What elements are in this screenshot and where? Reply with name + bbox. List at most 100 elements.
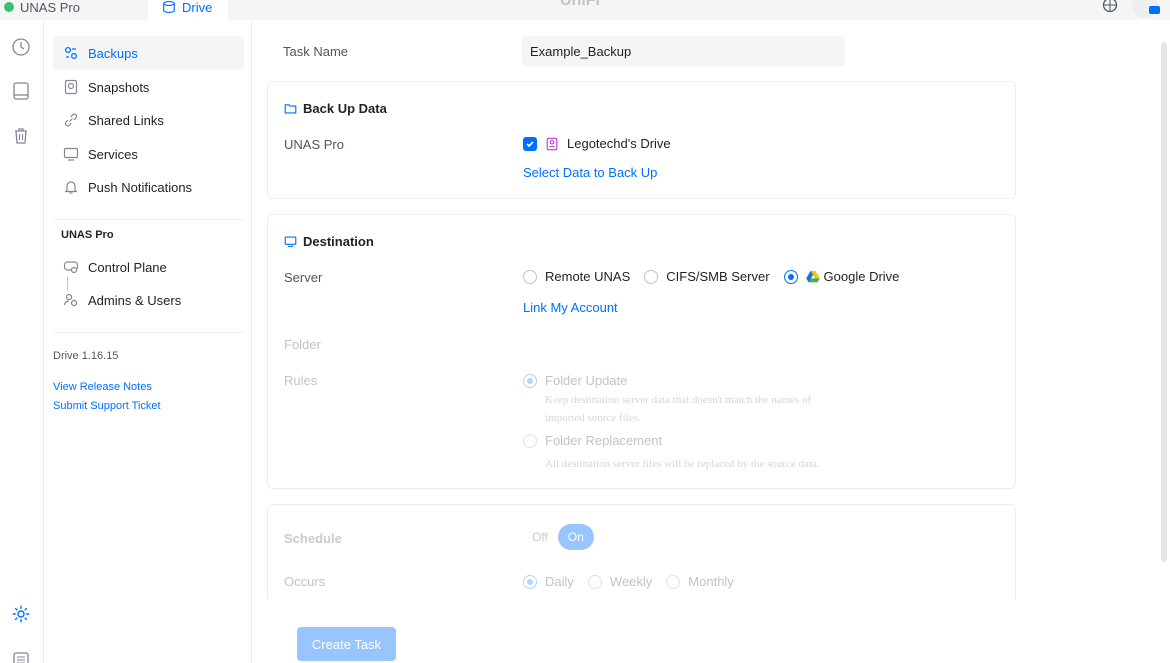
drive-checkbox[interactable] — [523, 136, 537, 151]
radio-weekly[interactable] — [587, 574, 602, 589]
list-icon[interactable] — [11, 650, 31, 663]
scrollbar-thumb[interactable] — [1161, 42, 1167, 562]
destination-title: Destination — [284, 234, 374, 249]
sidebar-item-label: Services — [88, 146, 138, 162]
support-ticket-link[interactable]: Submit Support Ticket — [53, 400, 161, 412]
schedule-card: Schedule Occurs Daily Weekly Monthly — [267, 504, 1016, 599]
gear-icon[interactable] — [11, 604, 31, 624]
avatar[interactable] — [1132, 0, 1160, 18]
rule-label: Folder Replacement — [545, 433, 663, 448]
server-option-label: CIFS/SMB Server — [666, 269, 770, 284]
sidebar-item-label: Backups — [88, 45, 138, 61]
schedule-label: Schedule — [284, 531, 342, 546]
sidebar: Backups Snapshots Shared Links Services … — [45, 20, 252, 663]
top-right-icons — [1102, 0, 1160, 18]
radio-daily[interactable] — [523, 574, 537, 589]
users-icon — [63, 292, 79, 308]
occurs-options: Daily Weekly Monthly — [523, 574, 734, 589]
folder-icon — [284, 102, 297, 115]
backup-clock-icon[interactable] — [11, 37, 31, 57]
app-version: Drive 1.16.15 — [53, 350, 119, 362]
center-title: UniFi — [560, 0, 600, 9]
sidebar-item-label: Shared Links — [88, 112, 164, 128]
rules-label: Rules — [284, 373, 318, 388]
source-drive-row[interactable]: Legotechd's Drive — [523, 136, 671, 151]
sidebar-section-heading: UNAS Pro — [61, 229, 114, 241]
radio-google-drive[interactable] — [783, 269, 798, 284]
server-option-label: Google Drive — [823, 269, 900, 284]
tab-drive-label: Drive — [182, 0, 213, 15]
link-account-link[interactable]: Link My Account — [523, 300, 618, 315]
sidebar-item-control-plane[interactable]: Control Plane — [53, 250, 244, 284]
drive-icon[interactable] — [11, 81, 31, 101]
user-drive-icon — [546, 137, 558, 150]
destination-title-text: Destination — [303, 234, 374, 249]
task-name-label: Task Name — [283, 44, 349, 59]
sidebar-divider — [53, 219, 244, 220]
sidebar-divider — [53, 332, 244, 333]
sidebar-item-label: Snapshots — [88, 79, 150, 95]
radio-folder-replacement[interactable] — [523, 433, 537, 448]
scrollbar[interactable] — [1158, 20, 1170, 663]
backup-icon — [63, 45, 79, 61]
control-plane-icon — [63, 259, 79, 275]
avatar-badge-icon — [1149, 6, 1160, 14]
folder-label: Folder — [284, 337, 321, 352]
unas-app-icon — [4, 2, 14, 12]
icon-rail — [0, 20, 44, 663]
occurs-label: Occurs — [284, 574, 326, 589]
release-notes-link[interactable]: View Release Notes — [53, 381, 152, 393]
globe-icon[interactable] — [1102, 0, 1118, 13]
rule-folder-update[interactable]: Folder Update — [523, 373, 627, 388]
database-icon — [163, 1, 175, 13]
backup-data-title-text: Back Up Data — [303, 101, 387, 116]
monitor-icon — [284, 235, 297, 248]
destination-card: Destination Server Remote UNAS CIFS/SMB … — [267, 214, 1016, 489]
server-label: Server — [284, 270, 323, 285]
backup-data-title: Back Up Data — [284, 101, 387, 116]
sidebar-item-services[interactable]: Services — [53, 137, 244, 171]
select-data-link[interactable]: Select Data to Back Up — [523, 165, 657, 180]
radio-folder-update[interactable] — [523, 373, 537, 388]
server-options: Remote UNAS CIFS/SMB Server Google Drive — [523, 269, 899, 284]
schedule-toggle[interactable]: Off On — [522, 523, 594, 551]
occurs-option-label: Weekly — [609, 574, 653, 589]
rule-folder-replacement[interactable]: Folder Replacement — [523, 433, 662, 448]
top-bar: UNAS Pro Drive UniFi — [0, 0, 1170, 20]
server-option-label: Remote UNAS — [545, 269, 631, 284]
occurs-option-label: Monthly — [688, 574, 734, 589]
sidebar-item-shared-links[interactable]: Shared Links — [53, 103, 244, 137]
radio-cifs-smb[interactable] — [644, 269, 659, 284]
help-line: imported source files. — [545, 412, 641, 424]
sidebar-item-admins-users[interactable]: Admins & Users — [53, 283, 244, 317]
sidebar-item-snapshots[interactable]: Snapshots — [53, 70, 244, 104]
google-drive-icon — [805, 270, 820, 283]
tab-drive[interactable]: Drive — [148, 0, 228, 20]
toggle-on[interactable]: On — [557, 524, 594, 550]
snapshot-icon — [63, 79, 79, 95]
sidebar-item-backups[interactable]: Backups — [53, 36, 244, 70]
tab-unas-pro-label: UNAS Pro — [20, 0, 80, 15]
create-task-button[interactable]: Create Task — [297, 627, 396, 661]
main-content: Task Name Back Up Data UNAS Pro Legotech… — [253, 20, 1158, 663]
sidebar-item-label: Admins & Users — [88, 292, 182, 308]
radio-monthly[interactable] — [666, 574, 681, 589]
trash-icon[interactable] — [11, 126, 31, 146]
link-icon — [63, 112, 79, 128]
bell-icon — [63, 179, 79, 195]
sidebar-item-label: Push Notifications — [88, 179, 193, 195]
rule-folder-update-help: Keep destination server data that doesn'… — [545, 391, 811, 427]
backup-data-card: Back Up Data UNAS Pro Legotechd's Drive … — [267, 81, 1016, 199]
task-name-input[interactable] — [522, 36, 845, 66]
occurs-option-label: Daily — [545, 574, 574, 589]
sidebar-item-label: Control Plane — [88, 259, 167, 275]
drive-name: Legotechd's Drive — [567, 136, 671, 151]
rule-folder-replacement-help: All destination server files will be rep… — [545, 458, 820, 470]
toggle-off[interactable]: Off — [522, 524, 558, 550]
monitor-icon — [63, 146, 79, 162]
source-label: UNAS Pro — [284, 137, 344, 152]
radio-remote-unas[interactable] — [523, 269, 537, 284]
rule-label: Folder Update — [545, 373, 628, 388]
tab-unas-pro[interactable]: UNAS Pro — [4, 0, 80, 20]
sidebar-item-push-notifications[interactable]: Push Notifications — [53, 170, 244, 204]
